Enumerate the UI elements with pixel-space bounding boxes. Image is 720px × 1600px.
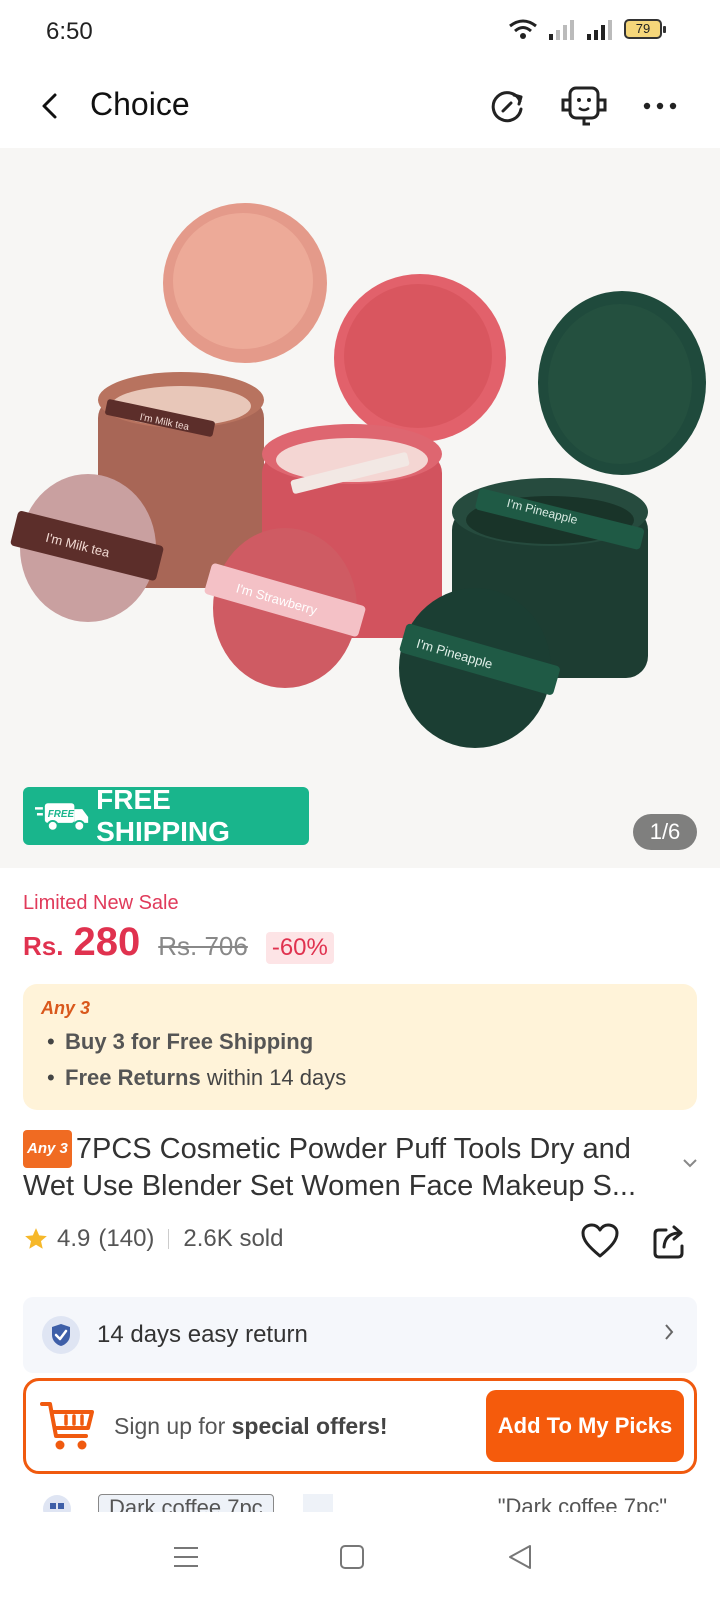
- signup-banner[interactable]: Sign up for special offers! Add To My Pi…: [23, 1378, 697, 1474]
- powder-puff-illustration: I'm Milk tea I'm Pineapple I'm Milk tea …: [10, 203, 706, 748]
- easy-return-card[interactable]: 14 days easy return: [23, 1297, 697, 1373]
- promo-line-shipping: Buy 3 for Free Shipping: [41, 1029, 679, 1055]
- free-label: FREE: [48, 809, 75, 820]
- status-icons: 79: [508, 18, 666, 40]
- discount-badge: -60%: [265, 932, 334, 964]
- variant-chip-more[interactable]: [303, 1494, 333, 1512]
- original-price: Rs. 706: [158, 931, 248, 961]
- system-back-button[interactable]: [500, 1542, 540, 1572]
- back-triangle-icon: [509, 1545, 531, 1569]
- signup-text-plain: Sign up for: [114, 1412, 232, 1439]
- any3-tag: Any 3: [41, 998, 91, 1018]
- add-to-picks-button[interactable]: Add To My Picks: [486, 1390, 684, 1462]
- any3-badge: Any 3: [23, 1130, 72, 1168]
- shield-check-icon: [42, 1316, 80, 1354]
- nav-bar: Choice: [0, 64, 720, 148]
- home-button[interactable]: [332, 1542, 372, 1572]
- status-time: 6:50: [46, 18, 93, 45]
- easy-return-label: 14 days easy return: [97, 1321, 308, 1348]
- selected-variant: "Dark coffee 7pc": [497, 1494, 667, 1512]
- free-shipping-badge: FREE FREE SHIPPING: [23, 784, 309, 847]
- customer-service-button[interactable]: [556, 82, 612, 130]
- sold-count: 2.6K sold: [183, 1225, 284, 1252]
- price-currency: Rs.: [23, 931, 64, 961]
- chevron-down-icon[interactable]: [682, 1158, 698, 1168]
- variant-chip[interactable]: Dark coffee 7pc: [98, 1494, 274, 1512]
- wishlist-button[interactable]: [580, 1222, 620, 1265]
- image-counter: 1/6: [633, 814, 697, 850]
- chevron-right-icon: [665, 1324, 674, 1340]
- rating-row[interactable]: 4.9 (140) 2.6K sold: [23, 1225, 283, 1253]
- shopping-cart-icon: [40, 1402, 94, 1450]
- promo-line-returns: Free Returns within 14 days: [41, 1065, 679, 1091]
- signal-icon: [549, 20, 574, 40]
- sale-label: Limited New Sale: [23, 892, 179, 914]
- signup-text-bold: special offers!: [231, 1412, 388, 1439]
- truck-icon: FREE: [35, 803, 89, 832]
- more-icon: [643, 102, 677, 110]
- home-square-icon: [340, 1545, 364, 1569]
- product-title[interactable]: Any 3 7PCS Cosmetic Powder Puff Tools Dry…: [23, 1130, 663, 1204]
- battery-icon: 79: [624, 19, 666, 39]
- free-shipping-text: FREE SHIPPING: [96, 784, 230, 847]
- page-title: Choice: [90, 86, 190, 122]
- variant-icon: [43, 1495, 71, 1512]
- heart-icon: [581, 1223, 619, 1258]
- promo-card[interactable]: Any 3 Buy 3 for Free Shipping Free Retur…: [23, 984, 697, 1110]
- wifi-icon: [509, 19, 537, 39]
- share-button[interactable]: [652, 1222, 688, 1265]
- price-row: Rs. 280 Rs. 706 -60%: [23, 920, 334, 965]
- product-image[interactable]: I'm Milk tea I'm Pineapple I'm Milk tea …: [0, 148, 720, 868]
- signup-text: Sign up for special offers!: [114, 1413, 388, 1440]
- promo-returns-rest: within 14 days: [200, 1065, 347, 1090]
- chevron-left-icon: [42, 93, 57, 119]
- price-value: 280: [73, 920, 141, 964]
- chatbot-icon: [561, 86, 607, 126]
- back-button[interactable]: [30, 84, 70, 128]
- share-icon: [653, 1225, 684, 1259]
- recent-apps-button[interactable]: [166, 1542, 206, 1572]
- status-bar: 6:50 79: [0, 0, 720, 64]
- variant-row[interactable]: Dark coffee 7pc "Dark coffee 7pc": [23, 1494, 697, 1512]
- rating-count: (140): [98, 1225, 155, 1252]
- star-icon: [25, 1228, 47, 1249]
- menu-icon: [174, 1547, 198, 1567]
- promo-returns-bold: Free Returns: [65, 1065, 201, 1090]
- promo-shipping-text: Buy 3 for Free Shipping: [65, 1029, 314, 1054]
- rating-score: 4.9: [57, 1225, 91, 1252]
- divider: [168, 1229, 170, 1249]
- refresh-icon: [491, 91, 523, 123]
- system-nav-bar: [0, 1512, 720, 1600]
- product-title-text: 7PCS Cosmetic Powder Puff Tools Dry and …: [23, 1133, 637, 1202]
- signal-icon-2: [587, 20, 612, 40]
- more-options-button[interactable]: [636, 82, 684, 130]
- refresh-button[interactable]: [484, 82, 532, 130]
